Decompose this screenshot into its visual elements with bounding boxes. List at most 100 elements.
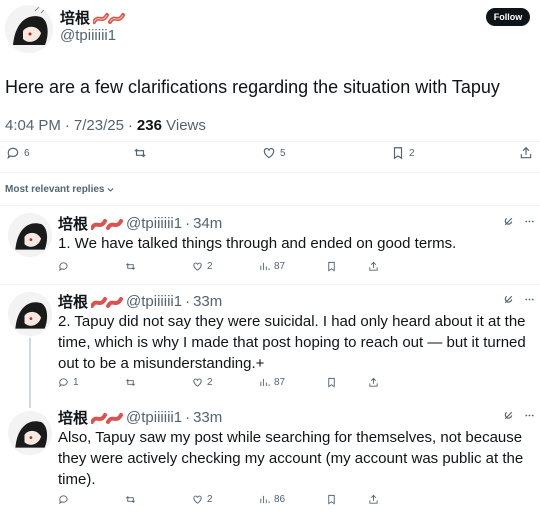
retweet-button[interactable] (133, 146, 147, 160)
views-label: Views (166, 117, 206, 134)
reply-header: 培根 @tpiiiiii1 · 33m (58, 291, 223, 312)
like-button[interactable]: 2 (192, 494, 213, 505)
user-handle[interactable]: @tpiiiiii1 (60, 27, 116, 44)
follow-button[interactable]: Follow (486, 8, 530, 26)
replies-sort-dropdown[interactable]: Most relevant replies (5, 184, 115, 195)
more-icon[interactable] (524, 410, 535, 421)
retweet-icon (126, 379, 135, 386)
avatar-icon (8, 411, 52, 455)
like-icon (193, 495, 202, 504)
reply-button[interactable] (58, 261, 73, 272)
retweet-button[interactable] (125, 261, 136, 272)
post-date[interactable]: 7/23/25 (74, 117, 124, 134)
reply-actions: 2 87 (0, 261, 540, 281)
reply-age[interactable]: 33m (193, 293, 222, 310)
avatar[interactable] (5, 5, 53, 53)
user-handle[interactable]: @tpiiiiii1 (126, 215, 182, 232)
reply-age[interactable]: 33m (193, 409, 222, 426)
bacon-emoji-icon (91, 411, 124, 425)
share-button[interactable] (368, 494, 379, 505)
reply-icon (7, 147, 19, 160)
avatar[interactable] (8, 213, 52, 257)
share-icon (520, 146, 532, 159)
reply-button[interactable] (58, 494, 73, 505)
bookmark-icon (328, 261, 335, 272)
retweet-icon (126, 496, 135, 503)
reply-tools (503, 410, 535, 421)
share-icon (369, 377, 378, 387)
share-button[interactable] (368, 261, 379, 272)
grok-icon[interactable] (503, 410, 514, 421)
reply-actions: 1 2 87 (0, 377, 540, 397)
reply-button[interactable]: 1 (58, 377, 79, 388)
retweet-icon (134, 148, 146, 158)
reply-icon (59, 378, 68, 388)
reply-button[interactable]: 6 (6, 146, 30, 160)
reply-tools (503, 294, 535, 305)
grok-icon[interactable] (503, 294, 514, 305)
grok-icon[interactable] (503, 216, 514, 227)
reply-tools (503, 216, 535, 227)
bookmark-icon (393, 147, 403, 160)
divider (0, 172, 540, 173)
display-name[interactable]: 培根 (58, 291, 88, 312)
like-button[interactable]: 2 (192, 261, 213, 272)
like-icon (193, 378, 202, 387)
bookmark-button[interactable] (326, 494, 337, 505)
divider (0, 141, 540, 142)
avatar[interactable] (8, 292, 52, 336)
display-name[interactable]: 培根 (60, 7, 126, 28)
chevron-down-icon (107, 187, 115, 192)
post-meta: 4:04 PM · 7/23/25 · 236 Views (5, 117, 206, 134)
reply-text: 2. Tapuy did not say they were suicidal.… (58, 313, 526, 372)
reply-text: 1. We have talked things through and end… (58, 235, 457, 252)
user-handle[interactable]: @tpiiiiii1 (126, 409, 182, 426)
reply-age[interactable]: 34m (193, 215, 222, 232)
divider (0, 205, 540, 206)
reply-text: Also, Tapuy saw my post while searching … (58, 429, 524, 488)
reply-icon (59, 495, 68, 505)
like-button[interactable]: 5 (262, 146, 286, 160)
views-icon (260, 262, 270, 271)
retweet-button[interactable] (125, 494, 136, 505)
retweet-icon (126, 263, 135, 270)
thread-connector-line (29, 338, 31, 408)
bacon-emoji-icon (93, 11, 126, 25)
user-handle[interactable]: @tpiiiiii1 (126, 293, 182, 310)
views-button[interactable]: 86 (259, 494, 285, 505)
bacon-emoji-icon (91, 217, 124, 231)
reply-icon (59, 262, 68, 272)
avatar[interactable] (8, 411, 52, 455)
avatar-icon (5, 5, 53, 53)
more-icon[interactable] (524, 216, 535, 227)
views-icon (260, 378, 270, 387)
like-icon (263, 148, 275, 159)
views-button[interactable]: 87 (259, 377, 285, 388)
reply-actions: 2 86 (0, 494, 540, 514)
divider (0, 284, 540, 285)
more-icon[interactable] (524, 294, 535, 305)
retweet-button[interactable] (125, 377, 136, 388)
share-icon (369, 261, 378, 271)
share-button[interactable] (519, 146, 533, 160)
share-button[interactable] (368, 377, 379, 388)
avatar-icon (8, 213, 52, 257)
like-button[interactable]: 2 (192, 377, 213, 388)
share-icon (369, 494, 378, 504)
bookmark-button[interactable]: 2 (391, 146, 415, 160)
avatar-icon (8, 292, 52, 336)
post-time[interactable]: 4:04 PM (5, 117, 61, 134)
bookmark-icon (328, 377, 335, 388)
views-button[interactable]: 87 (259, 261, 285, 272)
reply-header: 培根 @tpiiiiii1 · 34m (58, 213, 223, 234)
reply-header: 培根 @tpiiiiii1 · 33m (58, 407, 223, 428)
display-name[interactable]: 培根 (58, 213, 88, 234)
bookmark-button[interactable] (326, 261, 337, 272)
post-actions: 6 5 2 (0, 146, 540, 166)
like-icon (193, 262, 202, 271)
display-name[interactable]: 培根 (58, 407, 88, 428)
post-text: Here are a few clarifications regarding … (5, 77, 500, 97)
views-count: 236 (136, 117, 162, 134)
bookmark-button[interactable] (326, 377, 337, 388)
views-icon (260, 495, 270, 504)
